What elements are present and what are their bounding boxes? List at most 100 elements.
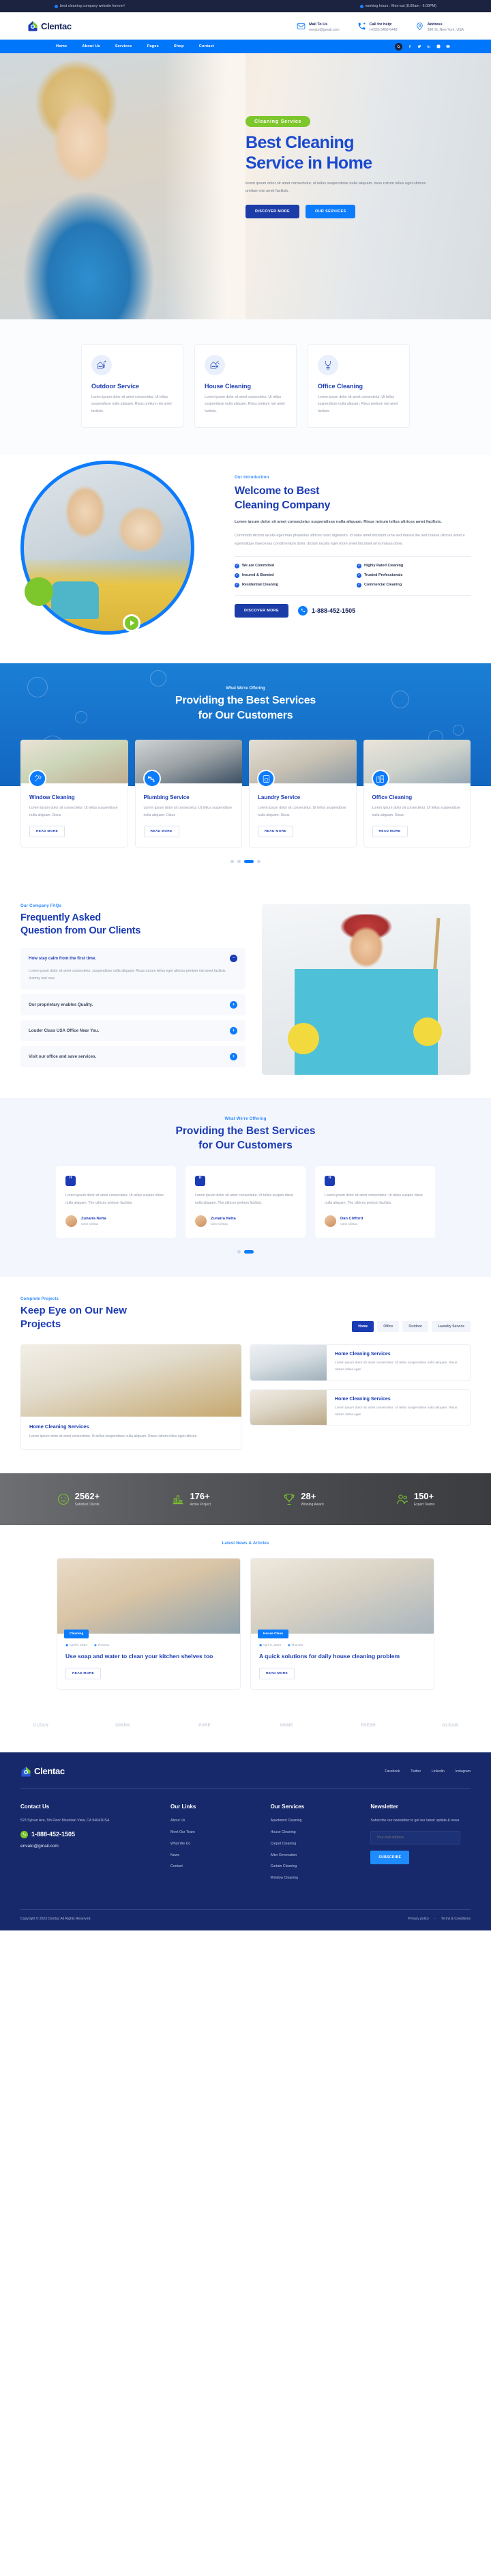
mail-icon (297, 22, 306, 31)
read-more-link[interactable]: READ MORE (29, 825, 65, 837)
facebook-icon[interactable] (408, 44, 412, 48)
faq-item-0[interactable]: How stay calm from the first time. − Lor… (20, 948, 246, 990)
our-services-button[interactable]: OUR SERVICES (306, 204, 356, 218)
feature-item: ✓ Insured & Bonded (235, 573, 348, 578)
footer-link-news[interactable]: News (170, 1852, 271, 1859)
nav-item-home[interactable]: Home (56, 44, 67, 48)
service-card-house[interactable]: House Cleaning Lorem ipsum dolor sit ame… (194, 344, 297, 429)
carousel-dot-1-active[interactable] (244, 1249, 254, 1254)
carousel-dot-0[interactable] (230, 859, 234, 863)
read-more-link[interactable]: READ MORE (258, 825, 294, 837)
footer-privacy-policy-link[interactable]: Privacy policy (408, 1917, 429, 1921)
plus-icon[interactable]: + (230, 1001, 237, 1009)
offering-cards-section: Window Cleaning Lorem ipsum dolor sit co… (0, 740, 491, 891)
filter-home[interactable]: Home (352, 1321, 374, 1333)
site-logo[interactable]: Clentac (27, 20, 72, 31)
header-contact-mail[interactable]: Mail To Us envato@gmail.com (297, 20, 340, 32)
blog-tag[interactable]: Cleaning (64, 1629, 89, 1638)
footer-email[interactable]: envato@gmail.com (20, 1844, 170, 1849)
discover-more-button[interactable]: DISCOVER MORE (246, 204, 300, 218)
nav-item-shop[interactable]: Shop (174, 44, 184, 48)
instagram-icon[interactable] (436, 44, 441, 48)
read-more-link[interactable]: READ MORE (143, 825, 179, 837)
offering-card-text: Lorem ipsum dolor sit consectetur. Ut te… (258, 806, 346, 818)
project-card-small-1[interactable]: Home Cleaning Services Lorem ipsum dolor… (250, 1389, 471, 1426)
blog-card-0[interactable]: Cleaning ▣ April 5, 2023 ◉ Thomas Use so… (57, 1557, 241, 1690)
about-title-line1: Welcome to Best (235, 485, 320, 497)
footer-logo[interactable]: Clentac (20, 1766, 65, 1777)
offering-carousel-dots (20, 859, 471, 863)
service-card-text: Lorem ipsum dolor sit amet consectetur. … (91, 395, 172, 414)
footer-service-house-cleaning[interactable]: House Cleaning (271, 1829, 371, 1836)
footer-service-carpet-cleaning[interactable]: Carpet Cleaning (271, 1840, 371, 1848)
faq-title: Frequently Asked Question from Our Clien… (20, 912, 246, 938)
plus-icon[interactable]: + (230, 1053, 237, 1061)
faq-item-1[interactable]: Our proprietary enables Quality. + (20, 994, 246, 1016)
faq-item-2[interactable]: Louder Class USA Office Near You. + (20, 1020, 246, 1042)
footer-link-what-we-do[interactable]: What We Do (170, 1840, 271, 1848)
linkedin-icon[interactable] (427, 44, 431, 48)
feature-label: Highly Rated Cleaning (364, 564, 404, 568)
faq-section: Our Company FAQs Frequently Asked Questi… (0, 890, 491, 1098)
footer-service-apartment-cleaning[interactable]: Apartment Cleaning (271, 1817, 371, 1825)
footer-social-instagram[interactable]: Instagram (456, 1769, 471, 1774)
testimonial-name: Zunaira Neha (211, 1216, 236, 1221)
blog-read-more-link[interactable]: READ MORE (65, 1667, 102, 1679)
about-discover-more-button[interactable]: DISCOVER MORE (235, 603, 289, 618)
plus-icon[interactable]: + (230, 1027, 237, 1035)
footer-service-after-renovation[interactable]: After Renovation (271, 1852, 371, 1859)
carousel-dot-1[interactable] (237, 859, 241, 863)
filter-laundry-service[interactable]: Laundry Service (432, 1321, 471, 1333)
minus-icon[interactable]: − (230, 955, 237, 963)
footer-link-about-us[interactable]: About Us (170, 1817, 271, 1825)
footer-link-contact[interactable]: Contact (170, 1863, 271, 1870)
footer-social-twitter[interactable]: Twitter (411, 1769, 421, 1774)
twitter-icon[interactable] (417, 44, 421, 48)
filter-office[interactable]: Office (377, 1321, 400, 1333)
footer-terms-link[interactable]: Terms & Conditions (441, 1917, 471, 1921)
nav-item-services[interactable]: Services (115, 44, 132, 48)
service-card-outdoor[interactable]: Outdoor Service Lorem ipsum dolor sit am… (81, 344, 183, 429)
offering-card-title: Plumbing Service (143, 794, 190, 801)
carousel-dot-2-active[interactable] (244, 859, 254, 863)
newsletter-subscribe-button[interactable]: SUBSCRIBE (370, 1850, 410, 1864)
about-phone[interactable]: 1-888-452-1505 (298, 605, 355, 616)
header-contact-address[interactable]: Address 380 St, New York, USA (415, 20, 464, 32)
carousel-dot-3[interactable] (257, 859, 261, 863)
hero-title-line1: Best Cleaning (246, 133, 355, 152)
project-card-small-0[interactable]: Home Cleaning Services Lorem ipsum dolor… (250, 1344, 471, 1381)
blog-card-1[interactable]: House Clean ▣ April 5, 2023 ◉ Thomas A q… (250, 1557, 434, 1690)
offering-card-office-cleaning[interactable]: Office Cleaning Lorem ipsum dolor sit co… (363, 740, 471, 848)
smile-icon (57, 1492, 70, 1506)
blog-read-more-link[interactable]: READ MORE (259, 1667, 295, 1679)
footer-social-linkedin[interactable]: Linkedin (432, 1769, 445, 1774)
carousel-dot-0[interactable] (237, 1249, 241, 1254)
footer-service-window-cleaning[interactable]: Window Cleaning (271, 1875, 371, 1882)
blog-tag[interactable]: House Clean (258, 1629, 289, 1638)
project-card-large[interactable]: Home Cleaning Services Lorem ipsum dolor… (20, 1344, 241, 1450)
footer-link-meet-our-team[interactable]: Meet Our Team (170, 1829, 271, 1836)
search-icon[interactable] (395, 42, 402, 50)
nav-item-about-us[interactable]: About Us (82, 44, 100, 48)
offering-card-window-cleaning[interactable]: Window Cleaning Lorem ipsum dolor sit co… (20, 740, 128, 848)
about-title: Welcome to Best Cleaning Company (235, 484, 471, 512)
youtube-icon[interactable] (446, 44, 450, 48)
brand-logos-section: CLEAN SPARK PURE SHINE FRESH GLEAM (0, 1707, 491, 1752)
newsletter-email-input[interactable] (370, 1830, 461, 1844)
footer-social-facebook[interactable]: Facebook (385, 1769, 400, 1774)
nav-item-pages[interactable]: Pages (147, 44, 158, 48)
project-title: Home Cleaning Services (335, 1352, 391, 1357)
offering-card-plumbing-service[interactable]: Plumbing Service Lorem ipsum dolor sit c… (134, 740, 242, 848)
house-sparkle-icon (205, 355, 225, 375)
service-card-office[interactable]: Office Cleaning Lorem ipsum dolor sit am… (308, 344, 410, 429)
footer-phone[interactable]: 1-888-452-1505 (20, 1830, 170, 1838)
location-icon (415, 22, 424, 31)
read-more-link[interactable]: READ MORE (372, 825, 408, 837)
brand-logo-5: GLEAM (442, 1723, 458, 1728)
nav-item-contact[interactable]: Contact (199, 44, 214, 48)
faq-item-3[interactable]: Visit our office and save services. + (20, 1046, 246, 1068)
offering-card-laundry-service[interactable]: Laundry Service Lorem ipsum dolor sit co… (249, 740, 357, 848)
filter-outdoor[interactable]: Outdoor (402, 1321, 429, 1333)
header-contact-phone[interactable]: Call for help: (+055) 6489 6448 (357, 20, 398, 32)
footer-service-curtain-cleaning[interactable]: Curtain Cleaning (271, 1863, 371, 1870)
